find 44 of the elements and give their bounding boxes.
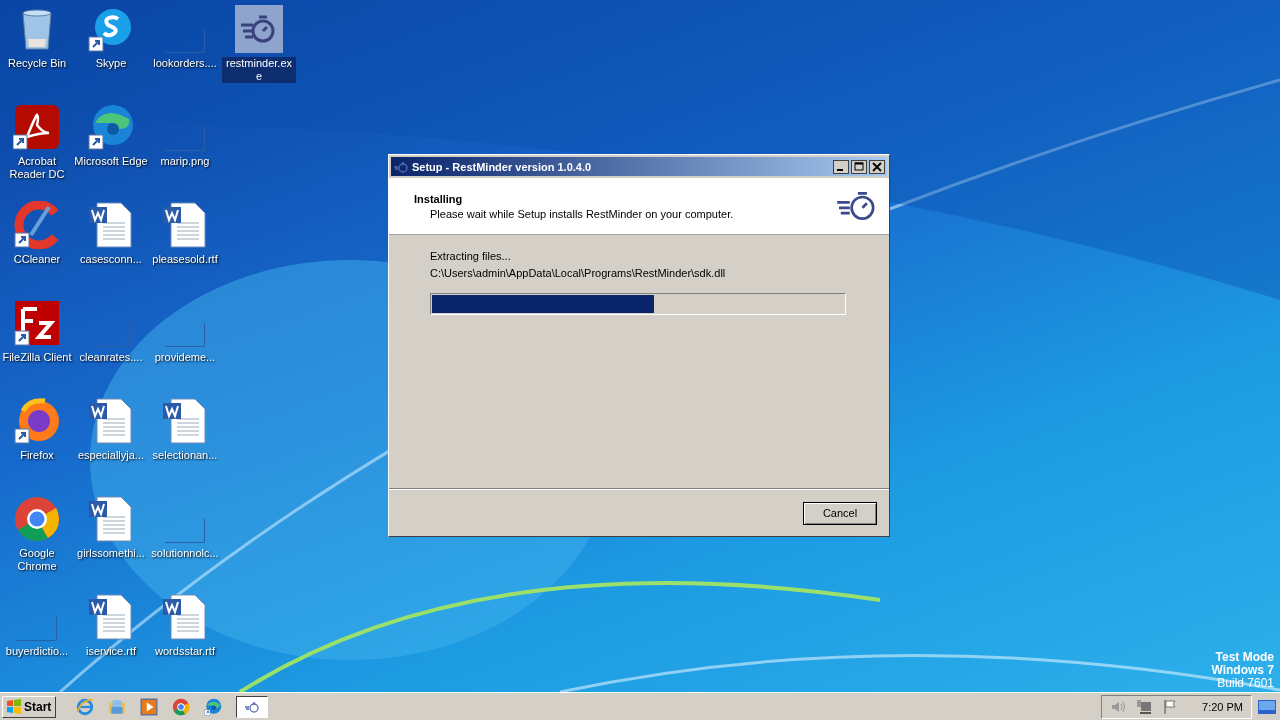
icon-label[interactable]: selectionan... bbox=[152, 449, 218, 462]
edge-icon bbox=[204, 697, 223, 716]
clock[interactable]: 7:20 PM bbox=[1202, 700, 1243, 713]
network-icon[interactable] bbox=[1136, 698, 1153, 715]
subheading: Please wait while Setup installs RestMinder on your computer. bbox=[429, 207, 735, 220]
status-text: Extracting files... bbox=[430, 249, 512, 263]
icon-label[interactable]: Skype bbox=[95, 57, 127, 70]
icon-label[interactable]: pleasesold.rtf bbox=[152, 253, 218, 266]
icon-label[interactable]: casesconn... bbox=[80, 253, 142, 266]
icon-label[interactable]: wordsstar.rtf bbox=[155, 645, 215, 658]
icon-label[interactable]: Microsoft Edge bbox=[74, 155, 148, 168]
os-info-text: Test Mode bbox=[1215, 651, 1274, 664]
icon-label[interactable]: Acrobat Reader DC bbox=[0, 155, 74, 181]
window-title: Setup - RestMinder version 1.0.4.0 bbox=[412, 160, 592, 173]
file-path: C:\Users\admin\AppData\Local\Programs\RestMinder\sdk.dll bbox=[430, 266, 727, 280]
close-button[interactable] bbox=[869, 159, 885, 174]
os-info-text: Windows 7 bbox=[1211, 664, 1274, 677]
maximize-button[interactable] bbox=[851, 159, 867, 174]
cancel-button[interactable]: Cancel bbox=[803, 501, 877, 525]
taskbar-button[interactable] bbox=[236, 695, 269, 718]
icon-label[interactable]: provideme... bbox=[154, 351, 216, 364]
media-player-icon[interactable] bbox=[140, 697, 159, 716]
os-info-text: Build 7601 bbox=[1217, 677, 1274, 690]
icon-label[interactable]: especiallyja... bbox=[77, 449, 144, 462]
heading: Installing bbox=[414, 192, 464, 205]
windows-logo-icon bbox=[6, 698, 22, 715]
icon-label[interactable]: buyerdictio... bbox=[5, 645, 69, 658]
start-button[interactable]: Start bbox=[2, 695, 57, 718]
icon-label[interactable]: girlssomethi... bbox=[77, 547, 145, 560]
icon-label[interactable]: CCleaner bbox=[13, 253, 61, 266]
icon-label[interactable]: lookorders.... bbox=[153, 57, 217, 70]
chrome-icon bbox=[172, 697, 191, 716]
icon-label[interactable]: Google Chrome bbox=[0, 547, 74, 573]
icon-label[interactable]: FileZilla Client bbox=[2, 351, 72, 364]
icon-label[interactable]: cleanrates.... bbox=[79, 351, 143, 364]
flag-icon[interactable] bbox=[1162, 698, 1179, 715]
icon-label[interactable]: marip.png bbox=[160, 155, 210, 168]
icon-label[interactable]: Firefox bbox=[20, 449, 54, 462]
icon-label[interactable]: iservice.rtf bbox=[85, 645, 137, 658]
icon-label[interactable]: restminder.exe bbox=[222, 57, 296, 83]
internet-explorer-icon[interactable] bbox=[76, 697, 95, 716]
minimize-button[interactable] bbox=[833, 159, 849, 174]
icon-label[interactable]: Recycle Bin bbox=[7, 57, 67, 70]
show-desktop-icon[interactable] bbox=[1258, 699, 1276, 714]
